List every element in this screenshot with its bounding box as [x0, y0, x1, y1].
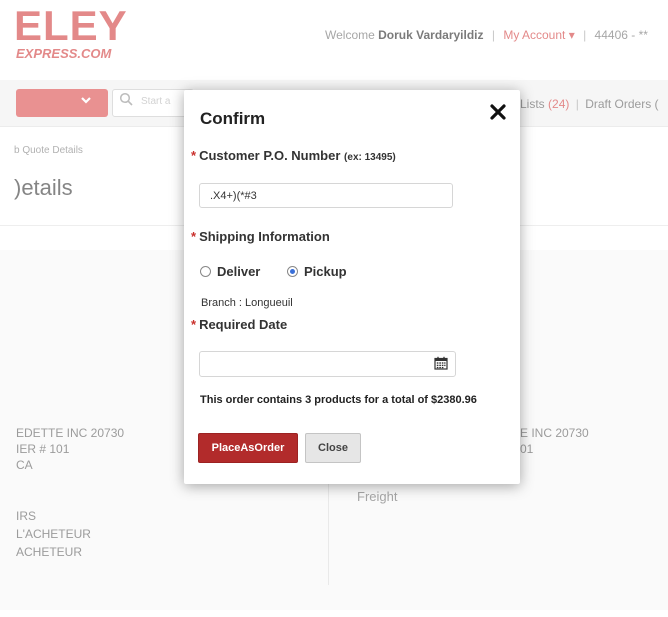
close-button[interactable]: Close	[305, 433, 361, 463]
po-number-hint: (ex: 13495)	[344, 152, 396, 163]
required-asterisk: *	[191, 317, 197, 332]
required-asterisk: *	[191, 148, 197, 163]
po-number-label: * Customer P.O. Number (ex: 13495)	[191, 148, 396, 163]
po-number-input[interactable]: .X4+)(*#3	[199, 183, 453, 208]
calendar-icon[interactable]	[434, 356, 448, 370]
pickup-radio[interactable]	[287, 266, 298, 277]
required-date-label: * Required Date	[191, 317, 288, 332]
dialog-title: Confirm	[200, 109, 266, 128]
branch-text: Branch : Longueuil	[201, 297, 293, 309]
confirm-dialog: Confirm * Customer P.O. Number (ex: 13495…	[184, 90, 520, 484]
required-asterisk: *	[191, 229, 197, 244]
deliver-option[interactable]: Deliver	[200, 264, 260, 279]
place-order-button[interactable]: PlaceAsOrder	[198, 433, 298, 463]
close-icon[interactable]	[486, 100, 510, 124]
shipping-info-label: * Shipping Information	[191, 229, 330, 244]
required-date-input[interactable]	[199, 351, 456, 377]
pickup-option[interactable]: Pickup	[287, 264, 347, 279]
deliver-radio[interactable]	[200, 266, 211, 277]
order-summary: This order contains 3 products for a tot…	[200, 394, 477, 406]
